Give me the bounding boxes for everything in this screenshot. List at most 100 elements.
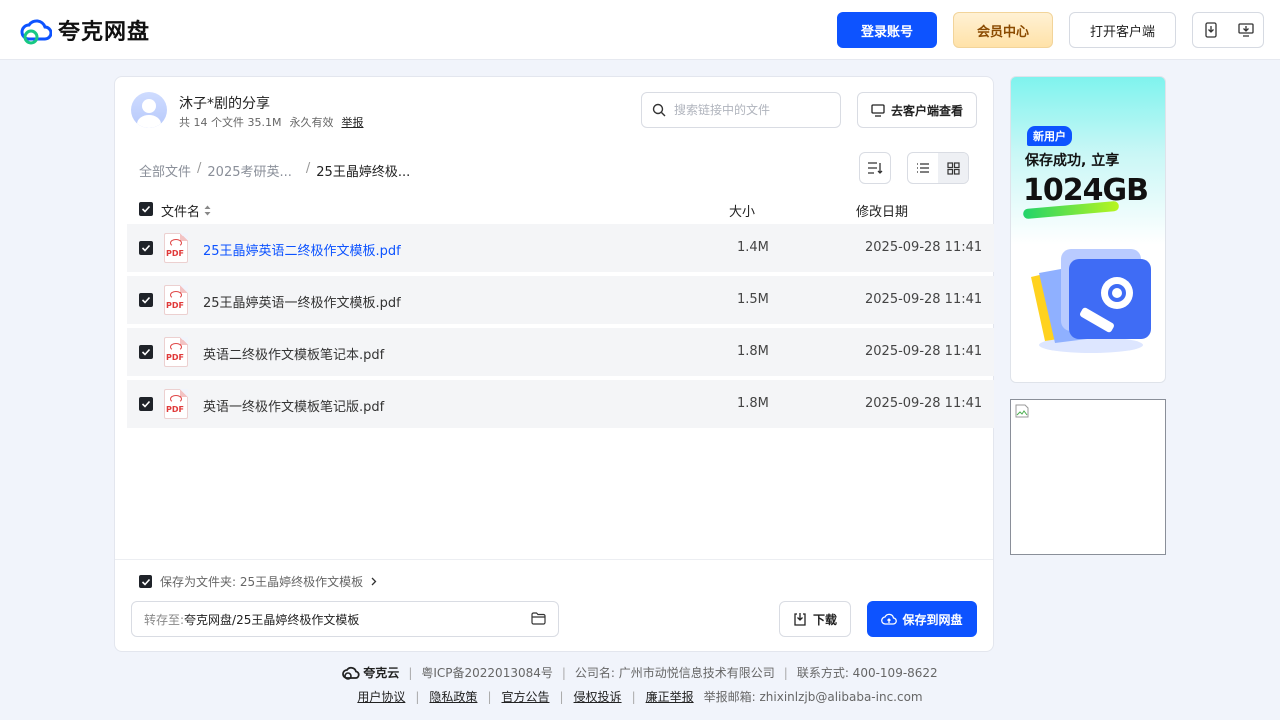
cloud-logo-icon	[342, 666, 360, 680]
footer-brand: 夸克云	[342, 664, 399, 681]
login-button[interactable]: 登录账号	[837, 12, 937, 48]
file-size: 1.8M	[737, 396, 769, 411]
cloud-logo-icon	[20, 19, 52, 45]
broken-image-icon	[1015, 404, 1029, 418]
footer-link-announcement[interactable]: 官方公告	[501, 688, 549, 705]
sort-icon	[868, 162, 883, 174]
footer-info: 夸克云 | 粤ICP备2022013084号 | 公司名: 广州市动悦信息技术有…	[0, 664, 1280, 681]
footer-link-infringement[interactable]: 侵权投诉	[574, 688, 622, 705]
table-row[interactable]: PDF 25王晶婷英语一终极作文模板.pdf 1.5M 2025-09-28 1…	[127, 276, 994, 324]
file-name[interactable]: 英语二终极作文模板笔记本.pdf	[203, 344, 384, 363]
destination-field[interactable]: 转存至: 夸克网盘/25王晶婷终极作文模板	[131, 601, 559, 637]
footer-contact: 联系方式: 400-109-8622	[796, 666, 938, 680]
new-user-badge: 新用户	[1027, 126, 1072, 146]
file-date: 2025-09-28 11:41	[865, 344, 983, 359]
file-size: 1.5M	[737, 292, 769, 307]
footer-icp: 粤ICP备2022013084号	[421, 666, 553, 680]
row-checkbox[interactable]	[139, 345, 153, 359]
ad-placeholder[interactable]	[1010, 399, 1166, 555]
footer-link-integrity[interactable]: 廉正举报	[646, 688, 694, 705]
file-name[interactable]: 25王晶婷英语二终极作文模板.pdf	[203, 240, 401, 259]
mobile-download-icon[interactable]	[1193, 13, 1228, 47]
table-row[interactable]: PDF 英语一终极作文模板笔记版.pdf 1.8M 2025-09-28 11:…	[127, 380, 994, 428]
column-name[interactable]: 文件名	[161, 201, 211, 220]
breadcrumb-item[interactable]: 2025考研英...	[207, 161, 291, 180]
row-checkbox[interactable]	[139, 397, 153, 411]
pdf-file-icon: PDF	[164, 389, 188, 419]
file-name[interactable]: 英语一终极作文模板笔记版.pdf	[203, 396, 384, 415]
view-in-client-label: 去客户端查看	[890, 103, 963, 118]
breadcrumb-item[interactable]: 全部文件	[139, 161, 191, 180]
footer-separator: |	[631, 689, 636, 704]
file-date: 2025-09-28 11:41	[865, 396, 983, 411]
footer-separator: |	[561, 665, 566, 680]
share-meta: 共 14 个文件 35.1M 永久有效 举报	[179, 114, 363, 130]
footer-separator: |	[783, 665, 788, 680]
download-icon	[794, 613, 806, 626]
save-to-drive-label: 保存到网盘	[902, 612, 963, 627]
search-box[interactable]	[641, 92, 841, 128]
select-all-checkbox[interactable]	[139, 202, 153, 216]
column-date: 修改日期	[856, 205, 909, 220]
top-bar: 夸克网盘 登录账号 会员中心 打开客户端	[0, 0, 1280, 60]
file-name[interactable]: 25王晶婷英语一终极作文模板.pdf	[203, 292, 401, 311]
footer-separator: |	[487, 689, 492, 704]
destination-path: 夸克网盘/25王晶婷终极作文模板	[184, 612, 360, 627]
footer-company: 公司名: 广州市动悦信息技术有限公司	[574, 666, 775, 680]
grid-view-icon[interactable]	[938, 153, 968, 183]
search-input[interactable]	[674, 103, 824, 117]
footer-separator: |	[559, 689, 564, 704]
table-header: 文件名 大小 修改日期	[139, 201, 979, 221]
file-size: 1.4M	[737, 240, 769, 255]
file-size: 1.8M	[737, 344, 769, 359]
view-toggle	[907, 152, 969, 184]
divider	[115, 559, 993, 560]
file-count: 共 14 个文件 35.1M	[179, 116, 282, 129]
breadcrumb: 全部文件 / 2025考研英... / 25王晶婷终极...	[139, 161, 410, 180]
footer-links: 用户协议 | 隐私政策 | 官方公告 | 侵权投诉 | 廉正举报 举报邮箱: z…	[0, 688, 1280, 705]
promo-banner[interactable]: 新用户 保存成功, 立享 1024GB	[1010, 76, 1166, 383]
footer-link-privacy[interactable]: 隐私政策	[429, 688, 477, 705]
file-list: PDF 25王晶婷英语二终极作文模板.pdf 1.4M 2025-09-28 1…	[127, 224, 994, 432]
download-app-buttons	[1192, 12, 1264, 48]
logo-text: 夸克网盘	[58, 20, 151, 45]
validity: 永久有效	[289, 116, 334, 129]
sort-arrows-icon	[204, 205, 211, 216]
footer-separator: |	[408, 665, 413, 680]
logo[interactable]: 夸克网盘	[20, 14, 150, 46]
avatar	[131, 92, 167, 128]
breadcrumb-separator: /	[197, 161, 202, 176]
table-row[interactable]: PDF 25王晶婷英语二终极作文模板.pdf 1.4M 2025-09-28 1…	[127, 224, 994, 272]
folder-icon[interactable]	[531, 612, 546, 625]
footer-report-email: 举报邮箱: zhixinlzjb@alibaba-inc.com	[703, 690, 923, 704]
row-checkbox[interactable]	[139, 241, 153, 255]
footer-separator: |	[415, 689, 420, 704]
breadcrumb-separator: /	[305, 161, 311, 176]
cloud-upload-icon	[881, 613, 898, 625]
pdf-file-icon: PDF	[164, 337, 188, 367]
report-link[interactable]: 举报	[341, 114, 363, 130]
save-as-folder-checkbox[interactable]	[139, 575, 152, 588]
save-as-folder-option[interactable]: 保存为文件夹: 25王晶婷终极作文模板	[139, 573, 377, 590]
footer-link-user-agreement[interactable]: 用户协议	[357, 688, 405, 705]
column-name-label: 文件名	[161, 205, 201, 220]
download-button[interactable]: 下载	[779, 601, 851, 637]
chevron-right-icon	[371, 577, 377, 586]
view-in-client-button[interactable]: 去客户端查看	[857, 92, 977, 128]
destination-prefix: 转存至:	[144, 612, 185, 627]
desktop-download-icon[interactable]	[1228, 13, 1263, 47]
save-to-drive-button[interactable]: 保存到网盘	[867, 601, 977, 637]
list-view-icon[interactable]	[908, 153, 938, 183]
open-client-button[interactable]: 打开客户端	[1069, 12, 1176, 48]
share-title: 沐子*剧的分享	[179, 96, 270, 112]
sort-button[interactable]	[859, 152, 891, 184]
download-label: 下载	[812, 612, 837, 627]
column-size: 大小	[729, 205, 756, 220]
monitor-icon	[871, 103, 885, 117]
row-checkbox[interactable]	[139, 293, 153, 307]
vip-center-button[interactable]: 会员中心	[953, 12, 1053, 48]
table-row[interactable]: PDF 英语二终极作文模板笔记本.pdf 1.8M 2025-09-28 11:…	[127, 328, 994, 376]
pdf-file-icon: PDF	[164, 285, 188, 315]
file-date: 2025-09-28 11:41	[865, 240, 983, 255]
footer-brand-label: 夸克云	[363, 666, 400, 680]
